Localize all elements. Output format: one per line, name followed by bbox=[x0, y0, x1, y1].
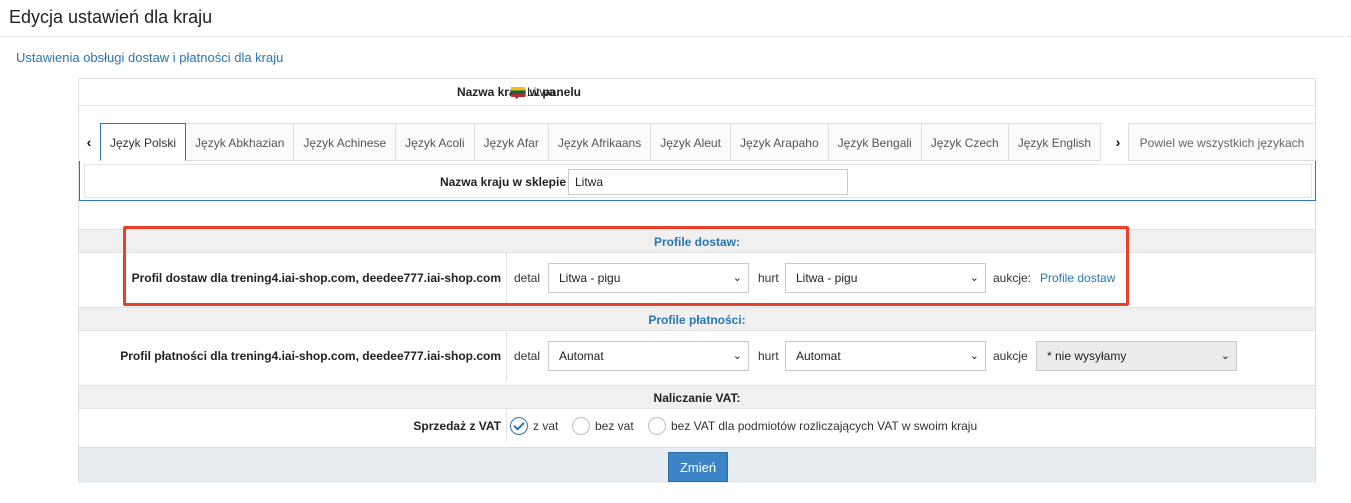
tabs-next-icon[interactable]: › bbox=[1108, 123, 1128, 161]
vat-row: Sprzedaż z VAT z vat bez vat bez VAT dla… bbox=[79, 410, 1315, 442]
vat-label: Sprzedaż z VAT bbox=[413, 419, 501, 433]
payment-profile-row: Profil płatności dla trening4.iai-shop.c… bbox=[79, 331, 1315, 381]
delivery-hurt-label: hurt bbox=[758, 271, 779, 285]
chevron-down-icon: ⌄ bbox=[732, 272, 742, 284]
chevron-down-icon: ⌄ bbox=[969, 272, 979, 284]
lithuania-flag-icon bbox=[511, 87, 525, 97]
submit-button[interactable]: Zmień bbox=[668, 452, 728, 482]
delivery-auction-label: aukcje: bbox=[993, 271, 1032, 285]
payment-hurt-label: hurt bbox=[758, 349, 779, 363]
vat-option-with-vat-radio[interactable] bbox=[510, 417, 528, 435]
delivery-detal-value: Litwa - pigu bbox=[559, 271, 621, 285]
tab-jezyk-english[interactable]: Język English bbox=[1008, 123, 1102, 161]
page-title: Edycja ustawień dla kraju bbox=[9, 7, 213, 27]
delivery-payment-settings-link[interactable]: Ustawienia obsługi dostaw i płatności dl… bbox=[16, 50, 283, 65]
payment-auction-value: * nie wysyłamy bbox=[1047, 349, 1127, 363]
country-settings-panel: Nazwa kraju w panelu Litwa ‹ Język Polsk… bbox=[78, 78, 1316, 483]
form-footer: Zmień bbox=[79, 447, 1315, 483]
payment-detal-select[interactable]: Automat ⌄ bbox=[548, 341, 749, 371]
panel-name-value: Litwa bbox=[511, 85, 555, 99]
payment-detal-value: Automat bbox=[559, 349, 604, 363]
shop-name-row: Nazwa kraju w sklepie bbox=[84, 164, 1312, 198]
delivery-profiles-link[interactable]: Profile dostaw bbox=[1040, 253, 1115, 303]
chevron-down-icon: ⌄ bbox=[1220, 350, 1230, 362]
payment-auction-label: aukcje bbox=[993, 349, 1028, 363]
chevron-down-icon: ⌄ bbox=[732, 350, 742, 362]
panel-name-row: Nazwa kraju w panelu Litwa bbox=[79, 79, 1315, 106]
chevron-down-icon: ⌄ bbox=[969, 350, 979, 362]
tab-content: Nazwa kraju w sklepie bbox=[79, 161, 1316, 201]
delivery-hurt-select[interactable]: Litwa - pigu ⌄ bbox=[785, 263, 986, 293]
vat-option-foreign-radio[interactable] bbox=[648, 417, 666, 435]
tab-jezyk-bengali[interactable]: Język Bengali bbox=[828, 123, 922, 161]
language-tabs: ‹ Język Polski Język Abkhazian Język Ach… bbox=[79, 123, 1316, 161]
delivery-profiles-header: Profile dostaw: bbox=[79, 229, 1315, 253]
tab-jezyk-aleut[interactable]: Język Aleut bbox=[651, 123, 731, 161]
payment-auction-select[interactable]: * nie wysyłamy ⌄ bbox=[1036, 341, 1237, 371]
vat-option-foreign-label: bez VAT dla podmiotów rozliczających VAT… bbox=[671, 419, 978, 433]
payment-profiles-title: Profile płatności: bbox=[648, 313, 746, 327]
panel-name-text: Litwa bbox=[527, 85, 556, 99]
vat-option-with-vat-label: z vat bbox=[533, 419, 559, 433]
row-divider bbox=[506, 331, 507, 381]
tab-jezyk-achinese[interactable]: Język Achinese bbox=[294, 123, 397, 161]
apply-all-languages-tab[interactable]: Powiel we wszystkich językach bbox=[1128, 123, 1316, 161]
tab-jezyk-arapaho[interactable]: Język Arapaho bbox=[730, 123, 829, 161]
payment-detal-label: detal bbox=[514, 349, 541, 363]
vat-option-without-vat-radio[interactable] bbox=[572, 417, 590, 435]
payment-profile-label: Profil płatności dla trening4.iai-shop.c… bbox=[120, 349, 501, 363]
vat-option-without-vat-label: bez vat bbox=[595, 419, 634, 433]
row-divider bbox=[506, 410, 507, 442]
shop-name-label: Nazwa kraju w sklepie bbox=[439, 175, 566, 189]
payment-hurt-select[interactable]: Automat ⌄ bbox=[785, 341, 986, 371]
title-divider bbox=[0, 36, 1351, 37]
tab-jezyk-acoli[interactable]: Język Acoli bbox=[396, 123, 475, 161]
vat-title: Naliczanie VAT: bbox=[653, 391, 741, 405]
tab-jezyk-polski[interactable]: Język Polski bbox=[100, 123, 187, 161]
tab-jezyk-abkhazian[interactable]: Język Abkhazian bbox=[186, 123, 295, 161]
tab-jezyk-afrikaans[interactable]: Język Afrikaans bbox=[548, 123, 652, 161]
delivery-detal-label: detal bbox=[514, 271, 541, 285]
payment-profiles-header: Profile płatności: bbox=[79, 307, 1315, 331]
delivery-hurt-value: Litwa - pigu bbox=[796, 271, 858, 285]
language-tab-strip: Język Polski Język Abkhazian Język Achin… bbox=[100, 123, 1109, 161]
delivery-detal-select[interactable]: Litwa - pigu ⌄ bbox=[548, 263, 749, 293]
tabs-prev-icon[interactable]: ‹ bbox=[79, 123, 99, 161]
vat-header: Naliczanie VAT: bbox=[79, 385, 1315, 409]
delivery-profile-row: Profil dostaw dla trening4.iai-shop.com,… bbox=[79, 253, 1315, 303]
row-divider bbox=[506, 253, 507, 303]
delivery-profile-label: Profil dostaw dla trening4.iai-shop.com,… bbox=[131, 271, 501, 285]
tab-jezyk-afar[interactable]: Język Afar bbox=[474, 123, 549, 161]
delivery-profiles-title: Profile dostaw: bbox=[653, 235, 740, 249]
payment-hurt-value: Automat bbox=[796, 349, 841, 363]
tab-jezyk-czech[interactable]: Język Czech bbox=[921, 123, 1009, 161]
shop-name-input[interactable] bbox=[568, 169, 848, 195]
